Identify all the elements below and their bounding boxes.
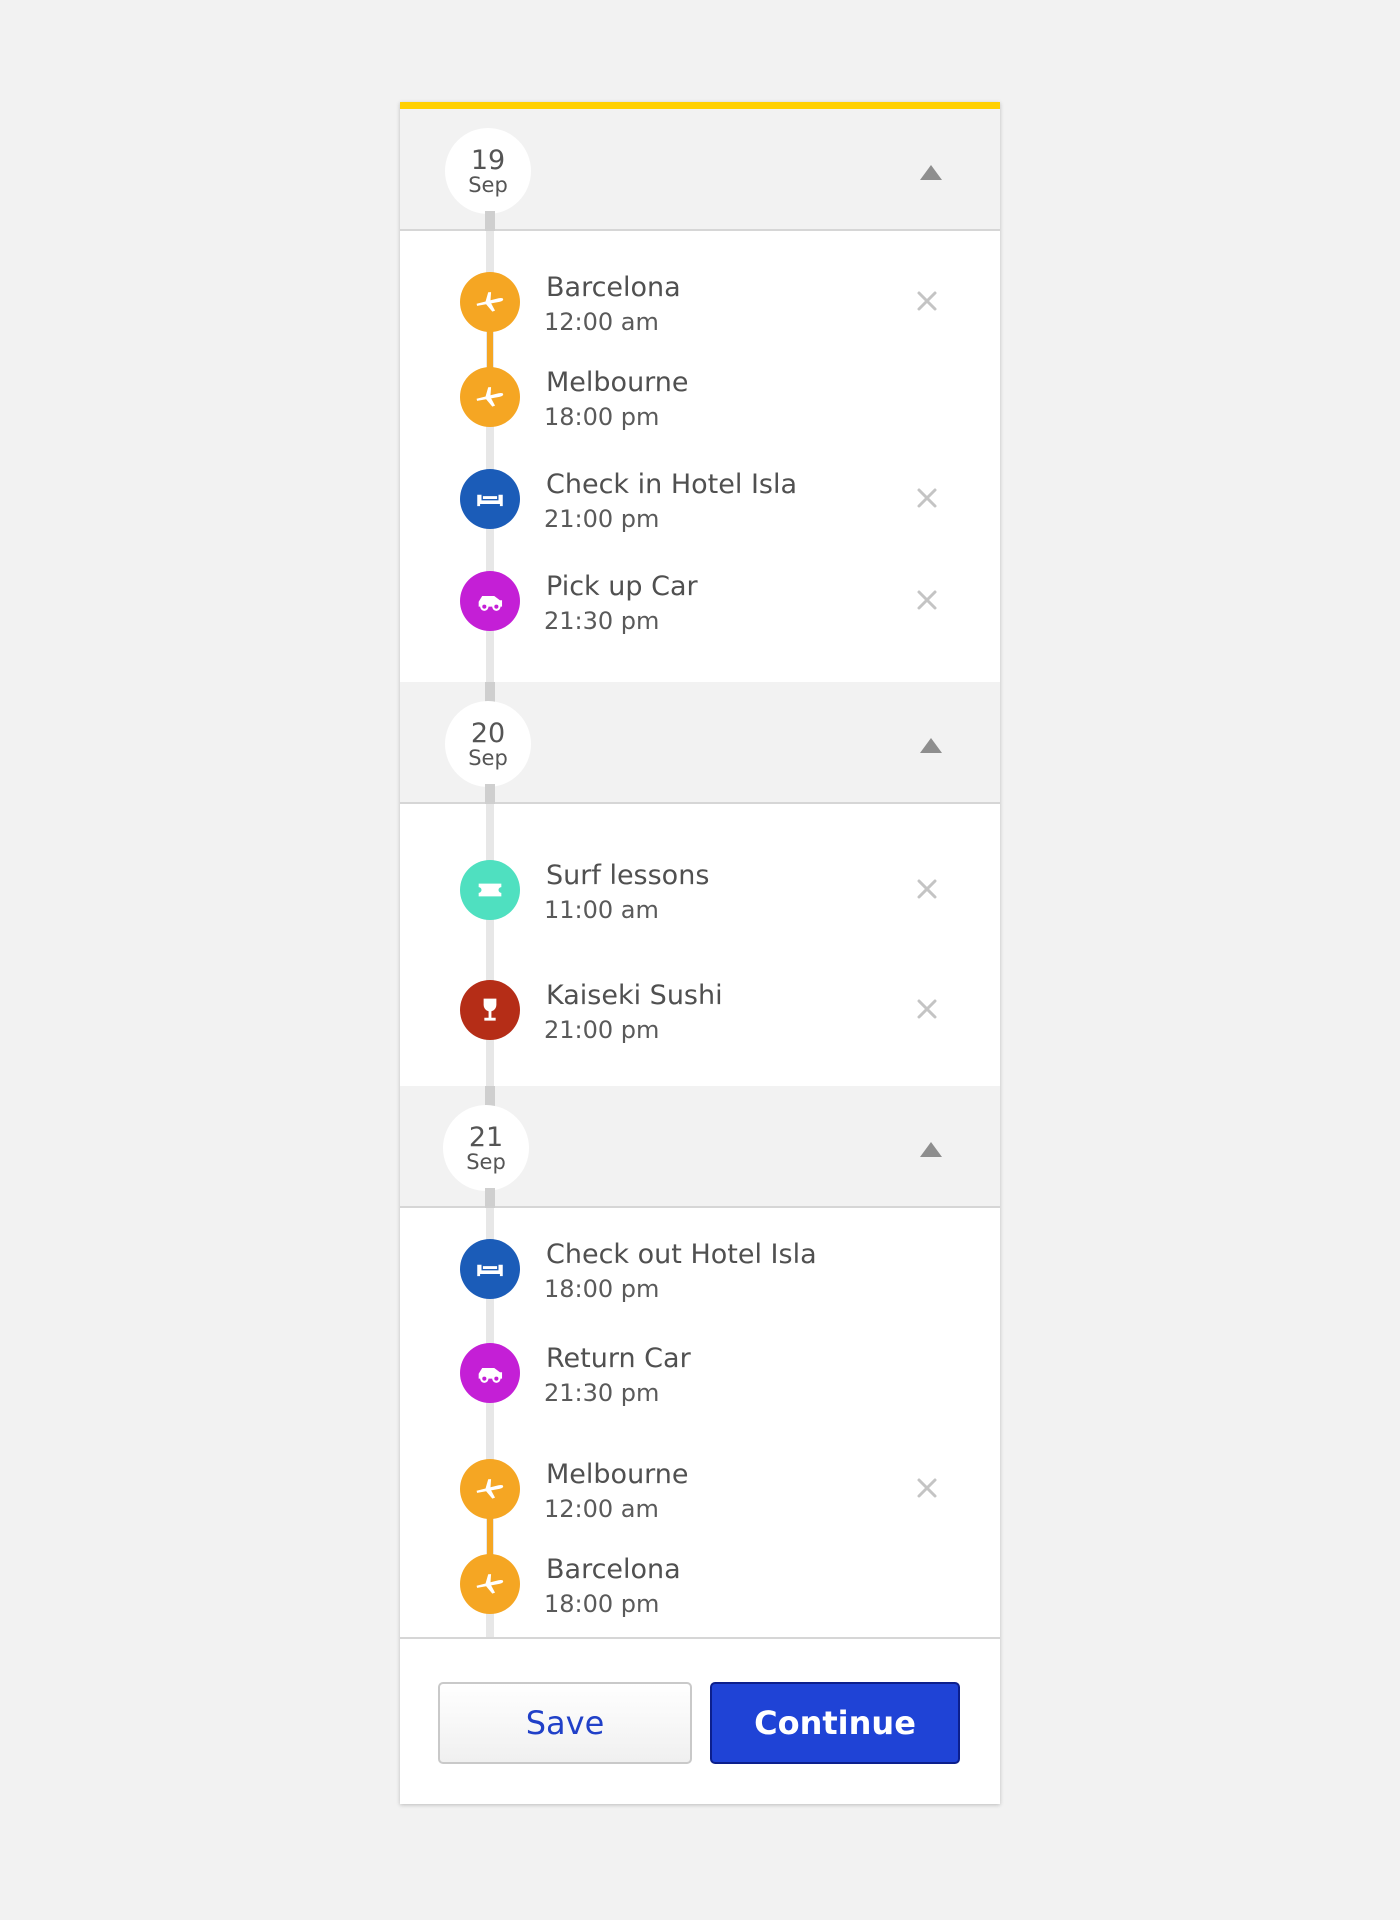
event-title: Barcelona — [546, 1554, 681, 1585]
close-icon — [917, 590, 937, 610]
bed-icon — [460, 1239, 520, 1299]
plane-icon — [460, 367, 520, 427]
day-header-20: 20 Sep — [400, 682, 1000, 804]
event-row[interactable]: Surf lessons 11:00 am — [400, 850, 1000, 930]
event-time: 12:00 am — [544, 1495, 659, 1523]
chevron-up-icon — [920, 164, 942, 180]
collapse-toggle[interactable] — [919, 162, 943, 182]
plane-icon — [460, 1459, 520, 1519]
event-title: Return Car — [546, 1343, 691, 1374]
date-month: Sep — [468, 745, 508, 770]
close-icon — [917, 291, 937, 311]
event-row[interactable]: Check in Hotel Isla 21:00 pm — [400, 459, 1000, 539]
event-row[interactable]: Barcelona 12:00 am — [400, 262, 1000, 342]
event-time: 21:30 pm — [544, 1379, 660, 1407]
remove-event-button[interactable] — [912, 483, 942, 513]
date-badge: 19 Sep — [445, 128, 531, 214]
continue-button[interactable]: Continue — [710, 1682, 960, 1764]
date-month: Sep — [466, 1149, 506, 1174]
chevron-up-icon — [920, 1141, 942, 1157]
event-title: Surf lessons — [546, 860, 710, 891]
event-title: Check out Hotel Isla — [546, 1239, 817, 1270]
date-day: 20 — [470, 717, 506, 749]
event-time: 18:00 pm — [544, 403, 660, 431]
date-badge: 20 Sep — [445, 701, 531, 787]
remove-event-button[interactable] — [912, 585, 942, 615]
date-day: 21 — [468, 1121, 504, 1153]
chevron-up-icon — [920, 737, 942, 753]
date-badge: 21 Sep — [443, 1105, 529, 1191]
timeline-connector — [485, 1086, 495, 1106]
event-title: Barcelona — [546, 272, 681, 303]
car-icon — [460, 1343, 520, 1403]
remove-event-button[interactable] — [912, 286, 942, 316]
itinerary-card: 19 Sep Barcelona 12:00 am Melbourne 18:0… — [400, 102, 1000, 1804]
close-icon — [917, 879, 937, 899]
event-title: Kaiseki Sushi — [546, 980, 723, 1011]
accent-bar — [400, 102, 1000, 109]
event-title: Melbourne — [546, 1459, 689, 1490]
footer-divider — [400, 1637, 1000, 1639]
timeline-connector — [485, 1188, 495, 1208]
remove-event-button[interactable] — [912, 874, 942, 904]
event-title: Melbourne — [546, 367, 689, 398]
day-header-19: 19 Sep — [400, 109, 1000, 231]
event-title: Pick up Car — [546, 571, 698, 602]
event-row[interactable]: Kaiseki Sushi 21:00 pm — [400, 970, 1000, 1050]
event-time: 11:00 am — [544, 896, 659, 924]
plane-icon — [460, 1554, 520, 1614]
event-row[interactable]: Check out Hotel Isla 18:00 pm — [400, 1229, 1000, 1309]
event-time: 18:00 pm — [544, 1275, 660, 1303]
event-row[interactable]: Pick up Car 21:30 pm — [400, 561, 1000, 641]
event-row[interactable]: Melbourne 18:00 pm — [400, 357, 1000, 437]
save-button[interactable]: Save — [438, 1682, 692, 1764]
timeline-connector — [485, 784, 495, 804]
collapse-toggle[interactable] — [919, 735, 943, 755]
bed-icon — [460, 469, 520, 529]
plane-icon — [460, 272, 520, 332]
event-row[interactable]: Return Car 21:30 pm — [400, 1333, 1000, 1413]
event-time: 21:00 pm — [544, 505, 660, 533]
event-time: 12:00 am — [544, 308, 659, 336]
collapse-toggle[interactable] — [919, 1139, 943, 1159]
date-day: 19 — [470, 144, 506, 176]
event-row[interactable]: Barcelona 18:00 pm — [400, 1544, 1000, 1624]
day-header-21: 21 Sep — [400, 1086, 1000, 1208]
event-time: 21:00 pm — [544, 1016, 660, 1044]
date-month: Sep — [468, 172, 508, 197]
car-icon — [460, 571, 520, 631]
event-time: 18:00 pm — [544, 1590, 660, 1618]
ticket-icon — [460, 860, 520, 920]
wine-glass-icon — [460, 980, 520, 1040]
event-title: Check in Hotel Isla — [546, 469, 798, 500]
event-time: 21:30 pm — [544, 607, 660, 635]
timeline-connector — [485, 211, 495, 231]
event-row[interactable]: Melbourne 12:00 am — [400, 1449, 1000, 1529]
remove-event-button[interactable] — [912, 994, 942, 1024]
close-icon — [917, 999, 937, 1019]
close-icon — [917, 1478, 937, 1498]
close-icon — [917, 488, 937, 508]
remove-event-button[interactable] — [912, 1473, 942, 1503]
timeline-connector — [485, 682, 495, 702]
